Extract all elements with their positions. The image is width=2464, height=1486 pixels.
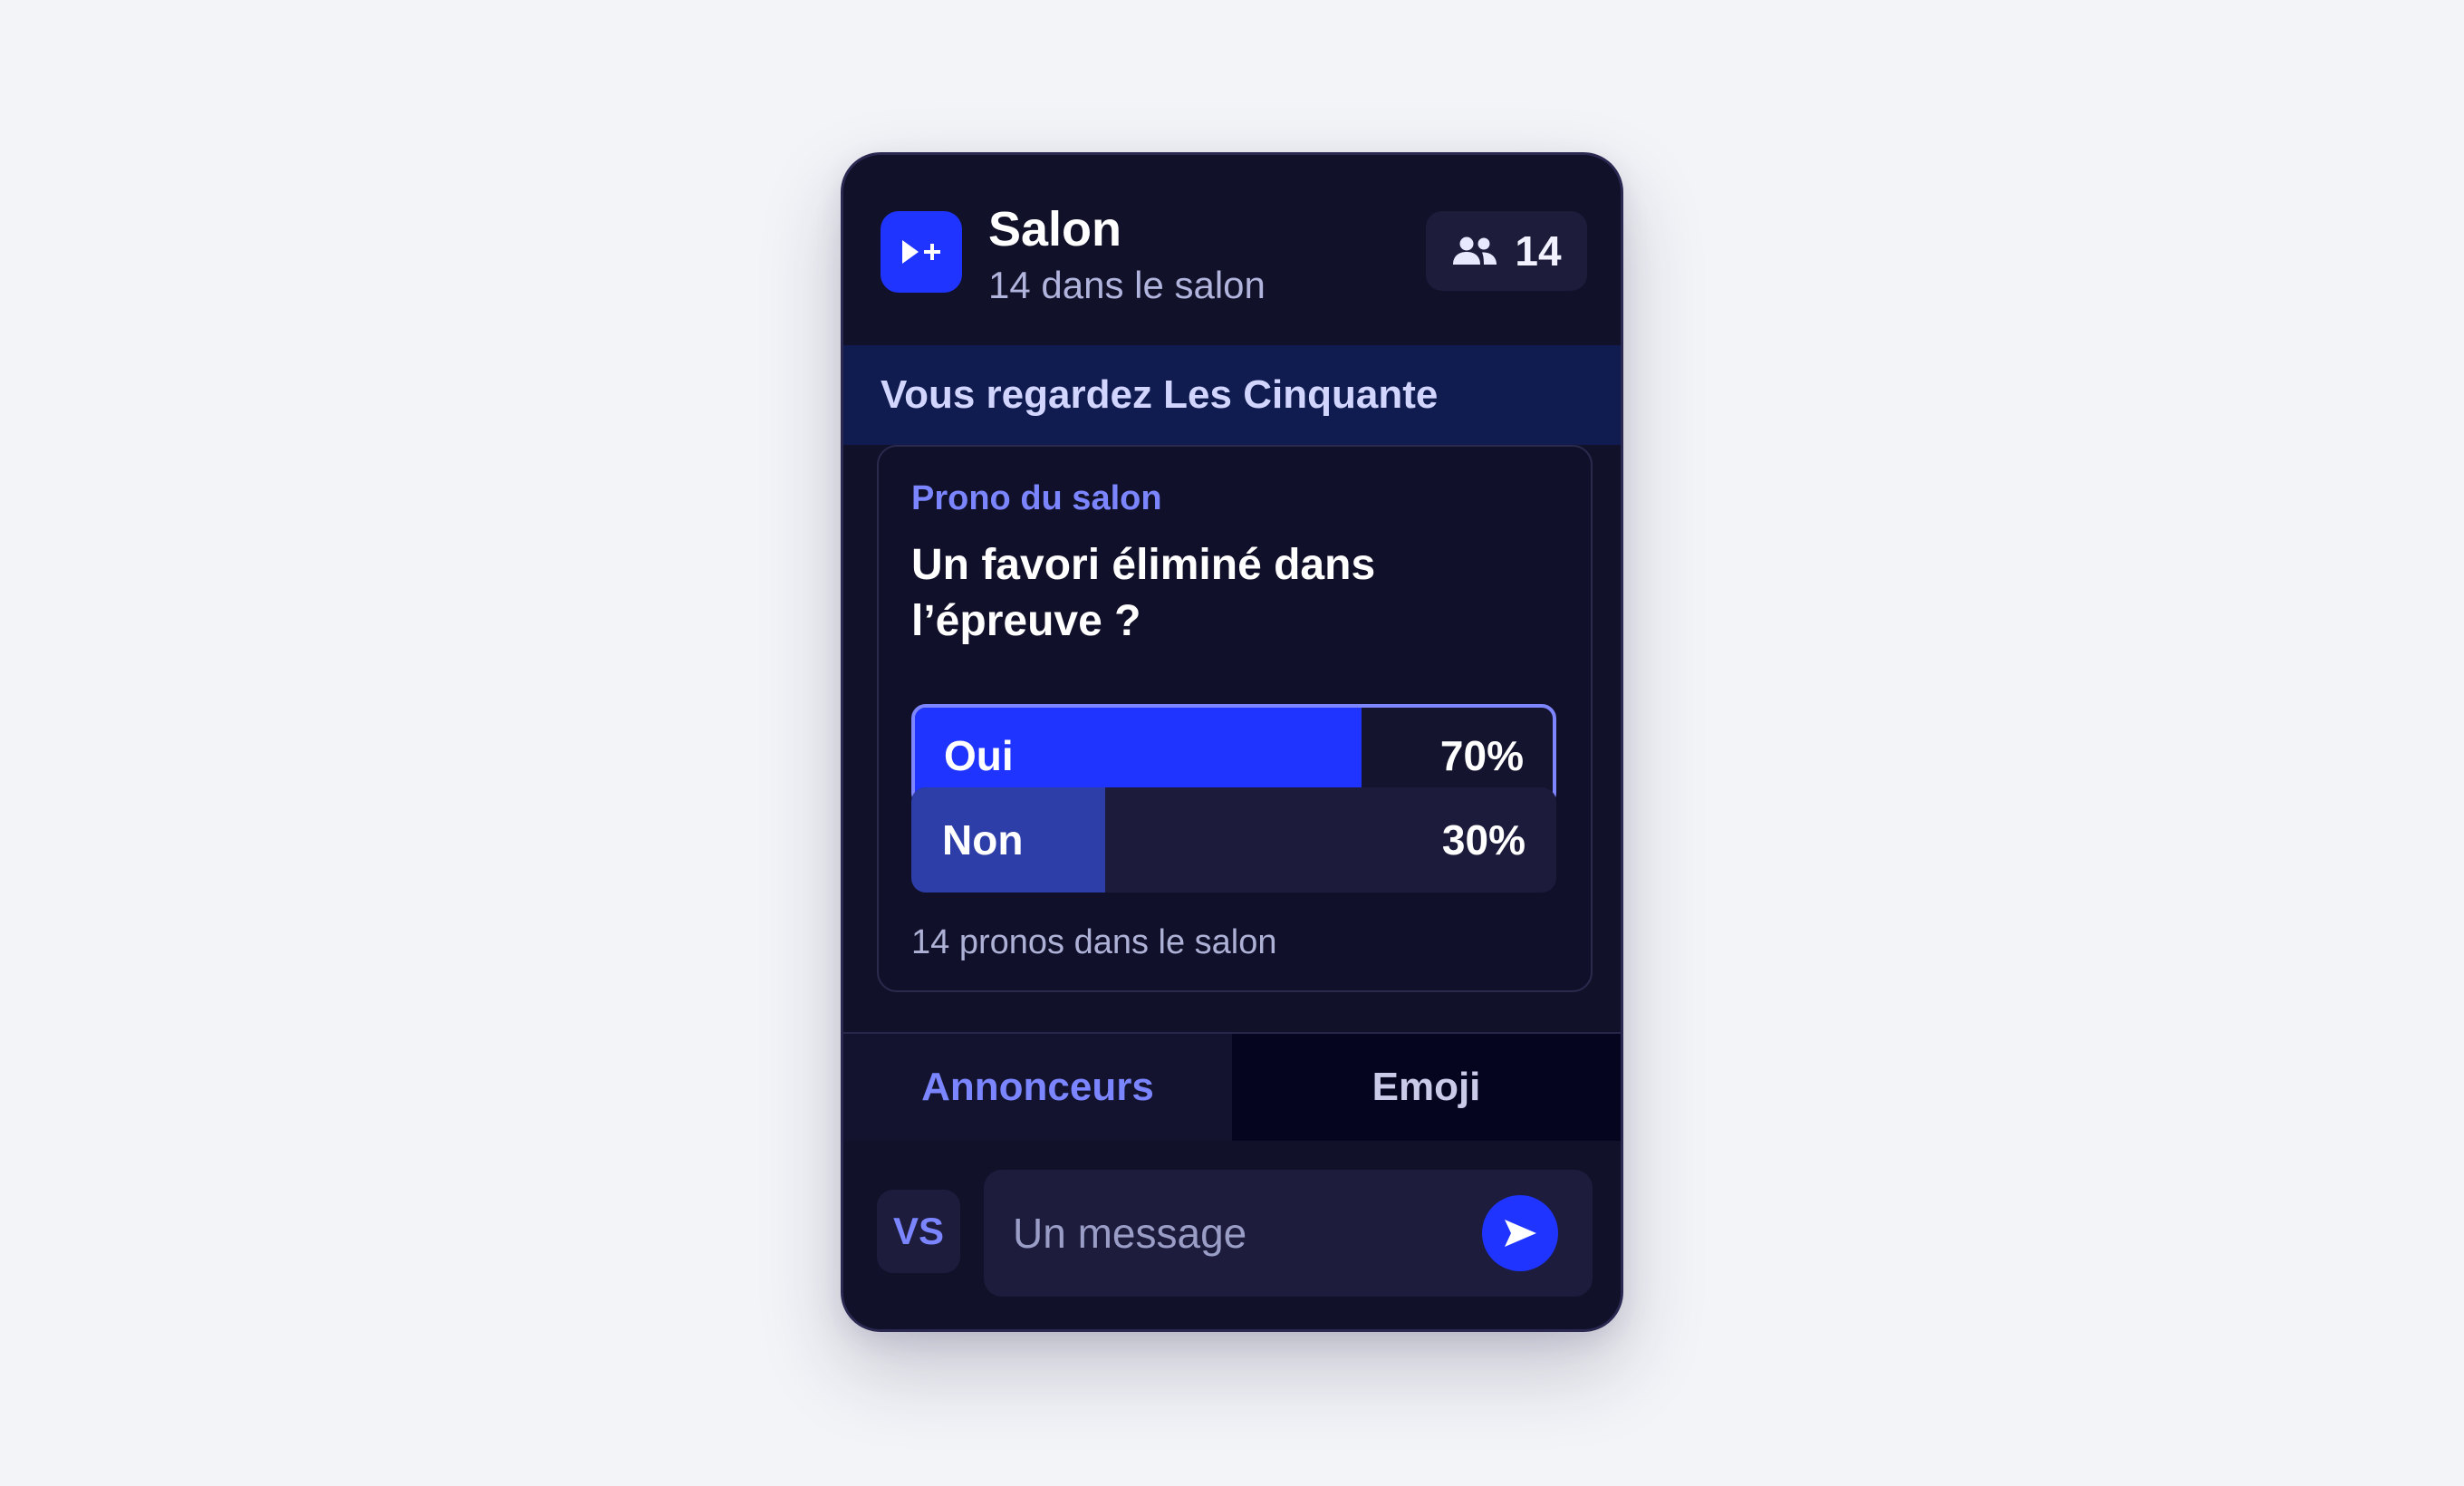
poll-label: Prono du salon	[911, 479, 1162, 517]
tab-bar: Annonceurs Emoji	[843, 1032, 1621, 1141]
viewer-count-button[interactable]: 14	[1426, 211, 1587, 291]
play-plus-icon[interactable]	[881, 211, 962, 293]
send-button[interactable]	[1482, 1195, 1558, 1271]
room-header: Salon 14 dans le salon 14	[843, 155, 1621, 345]
now-watching-banner: Vous regardez Les Cinquante	[843, 345, 1621, 445]
poll-footer: 14 pronos dans le salon	[911, 923, 1277, 961]
send-arrow-icon	[1505, 1220, 1536, 1247]
room-title: Salon	[988, 202, 1122, 256]
avatar[interactable]: VS	[877, 1190, 960, 1273]
people-icon	[1453, 236, 1497, 265]
tab-annonceurs[interactable]: Annonceurs	[843, 1034, 1232, 1141]
message-box	[984, 1170, 1593, 1297]
prediction-poll: Prono du salon Un favori éliminé dans l’…	[877, 445, 1593, 992]
poll-option-label: Non	[942, 816, 1024, 864]
room-subtitle: 14 dans le salon	[988, 264, 1266, 306]
tab-emoji[interactable]: Emoji	[1232, 1034, 1621, 1141]
poll-question: Un favori éliminé dans l’épreuve ?	[911, 541, 1376, 645]
poll-option-percent: 30%	[1441, 816, 1526, 864]
message-composer: VS	[843, 1141, 1621, 1329]
now-watching-text: Vous regardez Les Cinquante	[881, 372, 1439, 417]
chat-room-card: Salon 14 dans le salon 14 Vous regardez …	[841, 152, 1623, 1332]
poll-option-non[interactable]: Non 30%	[911, 787, 1556, 893]
viewer-count: 14	[1515, 227, 1562, 275]
message-input[interactable]	[1013, 1170, 1466, 1297]
